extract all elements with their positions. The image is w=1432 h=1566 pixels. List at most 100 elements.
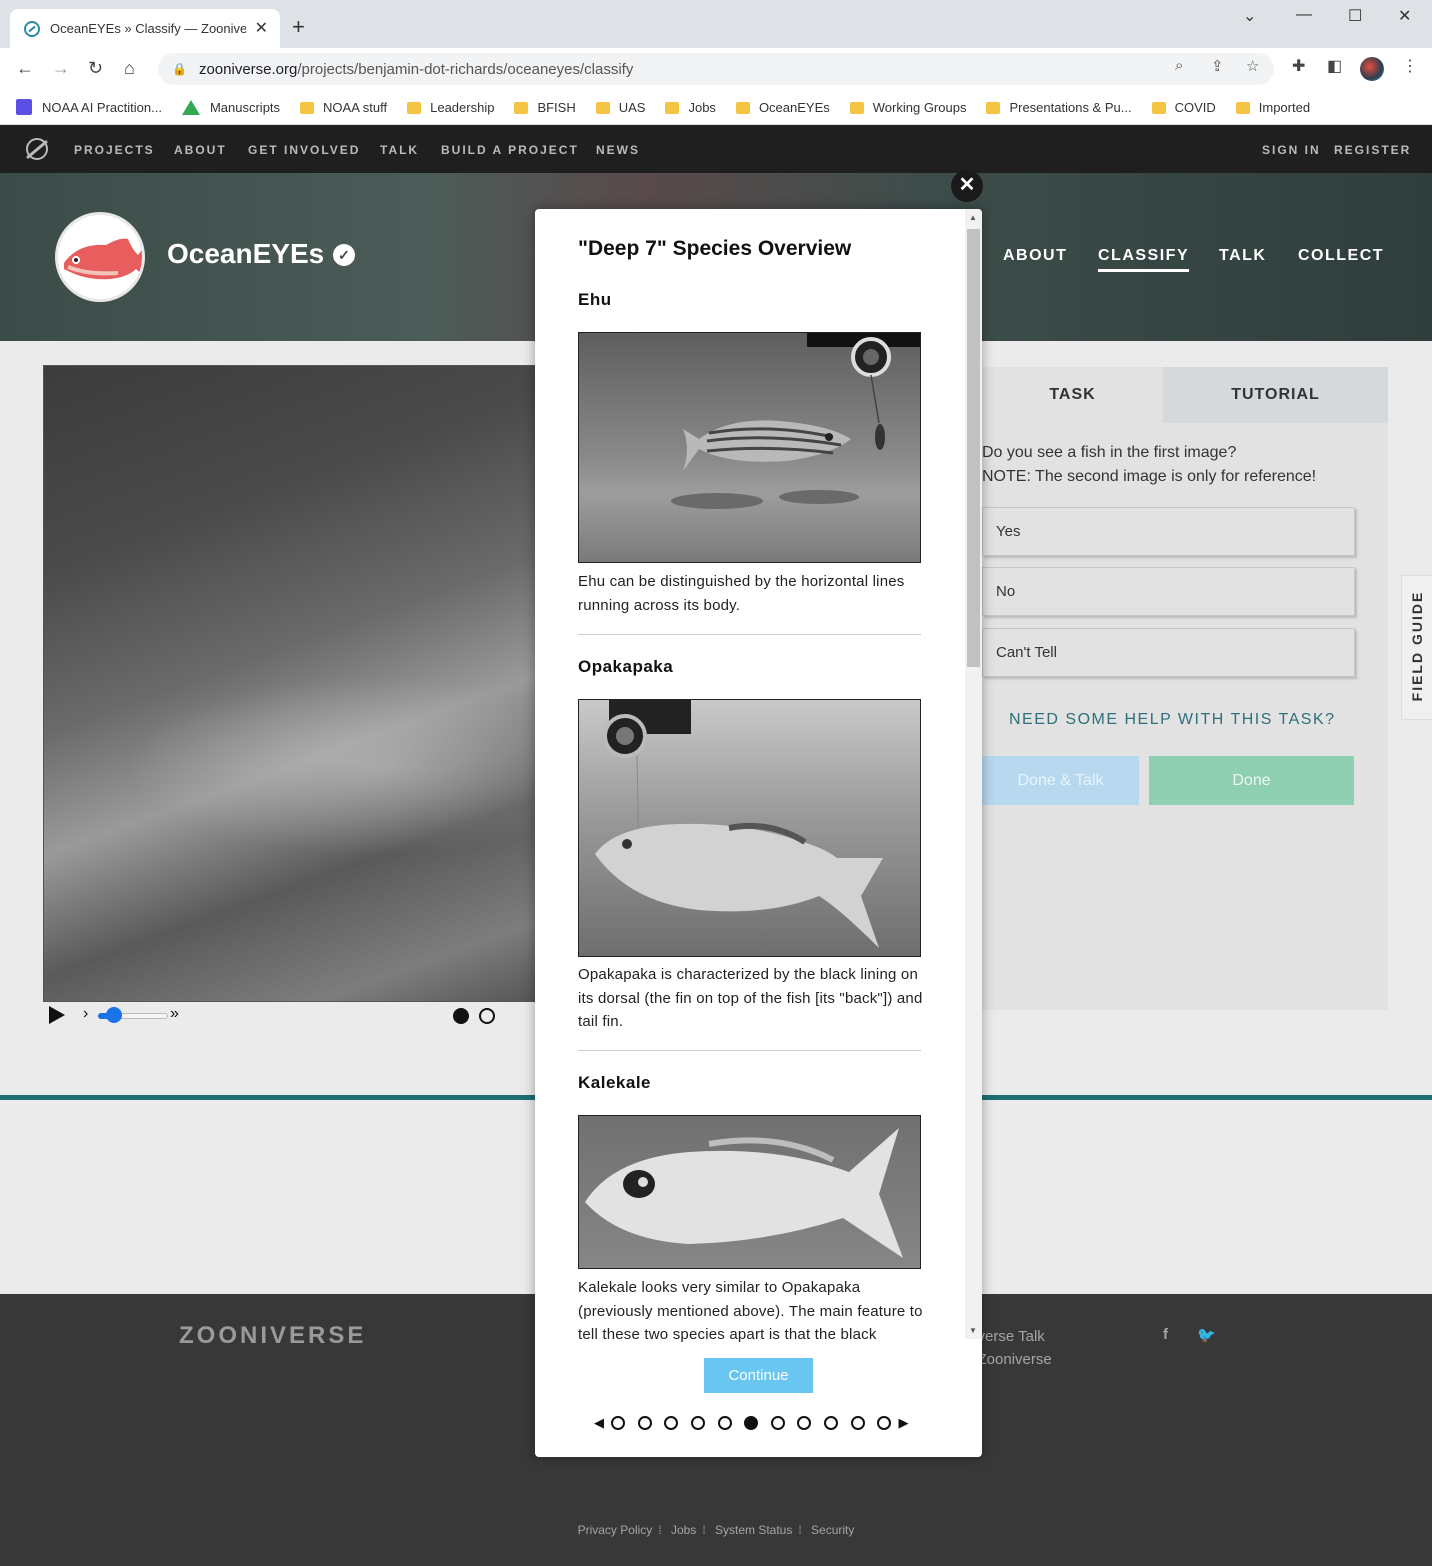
answer-cant-tell[interactable]: Can't Tell	[982, 628, 1355, 677]
help-link[interactable]: NEED SOME HELP WITH THIS TASK?	[1009, 711, 1336, 729]
field-guide-label: FIELD GUIDE	[1409, 590, 1425, 702]
project-nav-classify[interactable]: CLASSIFY	[1098, 247, 1190, 272]
previous-step-icon[interactable]: ◀	[594, 1415, 604, 1431]
field-guide-tab[interactable]: FIELD GUIDE	[1401, 575, 1432, 720]
bookmark-folder[interactable]: COVID	[1151, 100, 1216, 115]
folder-icon	[1235, 102, 1250, 114]
search-icon[interactable]: ⌕	[1175, 57, 1183, 74]
browser-tab[interactable]: OceanEYEs » Classify — Zooniverse ✕	[10, 9, 280, 48]
zooniverse-nav: PROJECTS ABOUT GET INVOLVED TALK BUILD A…	[0, 125, 1432, 173]
project-nav-collect[interactable]: COLLECT	[1298, 247, 1384, 265]
play-icon[interactable]	[49, 1006, 65, 1024]
bookmark-folder[interactable]: Jobs	[665, 100, 716, 115]
bookmark-folder[interactable]: NOAA stuff	[300, 100, 387, 115]
nav-talk[interactable]: TALK	[380, 143, 419, 157]
lock-icon[interactable]: 🔒	[172, 62, 187, 76]
security-link[interactable]: Security	[811, 1523, 854, 1537]
twitter-icon[interactable]: 🐦	[1197, 1326, 1216, 1344]
minimize-icon[interactable]: —	[1296, 6, 1312, 24]
faster-icon[interactable]: »	[170, 1005, 179, 1023]
zooniverse-favicon-icon	[24, 20, 40, 37]
done-button[interactable]: Done	[1149, 756, 1354, 805]
nav-about[interactable]: ABOUT	[174, 143, 227, 157]
step-dot[interactable]	[637, 1416, 652, 1430]
nav-news[interactable]: NEWS	[596, 143, 640, 157]
step-dot[interactable]	[717, 1416, 732, 1430]
bookmark-folder[interactable]: Working Groups	[849, 100, 966, 115]
step-dot[interactable]	[850, 1416, 865, 1430]
bookmark-folder[interactable]: UAS	[595, 100, 645, 115]
species-description: Opakapaka is characterized by the black …	[578, 966, 923, 1030]
share-icon[interactable]: ⇪	[1211, 57, 1224, 75]
tab-task[interactable]: TASK	[982, 367, 1163, 423]
back-icon[interactable]: ←	[16, 58, 34, 79]
step-dot[interactable]	[797, 1416, 812, 1430]
step-dot[interactable]	[611, 1416, 626, 1430]
step-dot[interactable]	[691, 1416, 706, 1430]
close-modal-button[interactable]: ✕	[951, 170, 983, 202]
answer-no[interactable]: No	[982, 567, 1355, 616]
bookmark-folder[interactable]: OceanEYEs	[735, 100, 830, 115]
bookmark-item[interactable]: NOAA AI Practition...	[16, 99, 162, 115]
nav-build-a-project[interactable]: BUILD A PROJECT	[441, 143, 579, 157]
frame-dot-1[interactable]	[453, 1008, 469, 1024]
bookmark-folder[interactable]: Presentations & Pu...	[986, 100, 1132, 115]
system-status-link[interactable]: System Status	[715, 1523, 792, 1537]
nav-get-involved[interactable]: GET INVOLVED	[248, 143, 360, 157]
side-panel-icon[interactable]: ◧	[1327, 56, 1342, 76]
extensions-icon[interactable]: ✚	[1292, 56, 1305, 76]
step-dot[interactable]	[877, 1416, 892, 1430]
privacy-policy-link[interactable]: Privacy Policy	[578, 1523, 653, 1537]
profile-avatar[interactable]	[1360, 57, 1384, 81]
bookmark-item[interactable]: Manuscripts	[181, 99, 280, 115]
menu-dots-icon[interactable]: ⋮	[1402, 56, 1418, 76]
step-dot[interactable]	[744, 1416, 759, 1430]
sign-in-link[interactable]: SIGN IN	[1262, 143, 1321, 157]
address-row: ← → ↻ ⌂ 🔒 zooniverse.org/projects/benjam…	[0, 48, 1432, 90]
bookmark-folder[interactable]: BFISH	[514, 100, 576, 115]
zooniverse-wordmark[interactable]: ZOONIVERSE	[179, 1322, 366, 1350]
close-tab-icon[interactable]: ✕	[255, 18, 268, 38]
project-avatar[interactable]	[55, 212, 145, 302]
species-image	[578, 1115, 921, 1269]
zooniverse-logo-icon[interactable]	[26, 138, 48, 160]
jobs-link[interactable]: Jobs	[671, 1523, 696, 1537]
tab-tutorial[interactable]: TUTORIAL	[1163, 367, 1388, 423]
folder-icon	[300, 102, 315, 114]
slower-icon[interactable]: ›	[83, 1005, 88, 1023]
question-note: NOTE: The second image is only for refer…	[982, 468, 1317, 485]
register-link[interactable]: REGISTER	[1334, 143, 1411, 157]
done-and-talk-button[interactable]: Done & Talk	[982, 756, 1139, 805]
next-step-icon[interactable]: ▶	[899, 1415, 909, 1431]
bookmark-folder[interactable]: Leadership	[407, 100, 494, 115]
nav-projects[interactable]: PROJECTS	[74, 143, 155, 157]
kalekale-fish-image	[585, 1128, 903, 1258]
reload-icon[interactable]: ↻	[88, 58, 103, 79]
scrollbar-thumb[interactable]	[967, 229, 980, 667]
home-icon[interactable]: ⌂	[124, 58, 135, 79]
scroll-down-icon[interactable]: ▼	[969, 1326, 977, 1335]
project-nav-about[interactable]: ABOUT	[1003, 247, 1067, 265]
close-window-icon[interactable]: ✕	[1398, 6, 1411, 26]
project-nav-talk[interactable]: TALK	[1219, 247, 1266, 265]
scroll-up-icon[interactable]: ▲	[969, 213, 977, 222]
tab-search-icon[interactable]: ⌄	[1243, 6, 1256, 26]
forward-icon[interactable]: →	[52, 58, 70, 79]
facebook-icon[interactable]: f	[1163, 1326, 1168, 1343]
folder-icon	[665, 102, 680, 114]
bookmark-star-icon[interactable]: ☆	[1246, 57, 1259, 75]
speed-slider-thumb[interactable]	[106, 1007, 122, 1023]
species-name: Kalekale	[578, 1073, 651, 1092]
answer-yes[interactable]: Yes	[982, 507, 1355, 556]
step-dot[interactable]	[824, 1416, 839, 1430]
address-bar[interactable]: 🔒 zooniverse.org/projects/benjamin-dot-r…	[158, 53, 1274, 85]
subject-image[interactable]	[43, 365, 544, 1002]
step-dot[interactable]	[664, 1416, 679, 1430]
bookmark-folder[interactable]: Imported	[1235, 100, 1310, 115]
step-dot[interactable]	[770, 1416, 785, 1430]
maximize-icon[interactable]: ☐	[1348, 6, 1362, 26]
new-tab-icon[interactable]: +	[292, 14, 305, 40]
frame-dot-2[interactable]	[479, 1008, 495, 1024]
modal-scrollbar[interactable]: ▲ ▼	[965, 209, 982, 1339]
continue-button[interactable]: Continue	[704, 1358, 813, 1393]
